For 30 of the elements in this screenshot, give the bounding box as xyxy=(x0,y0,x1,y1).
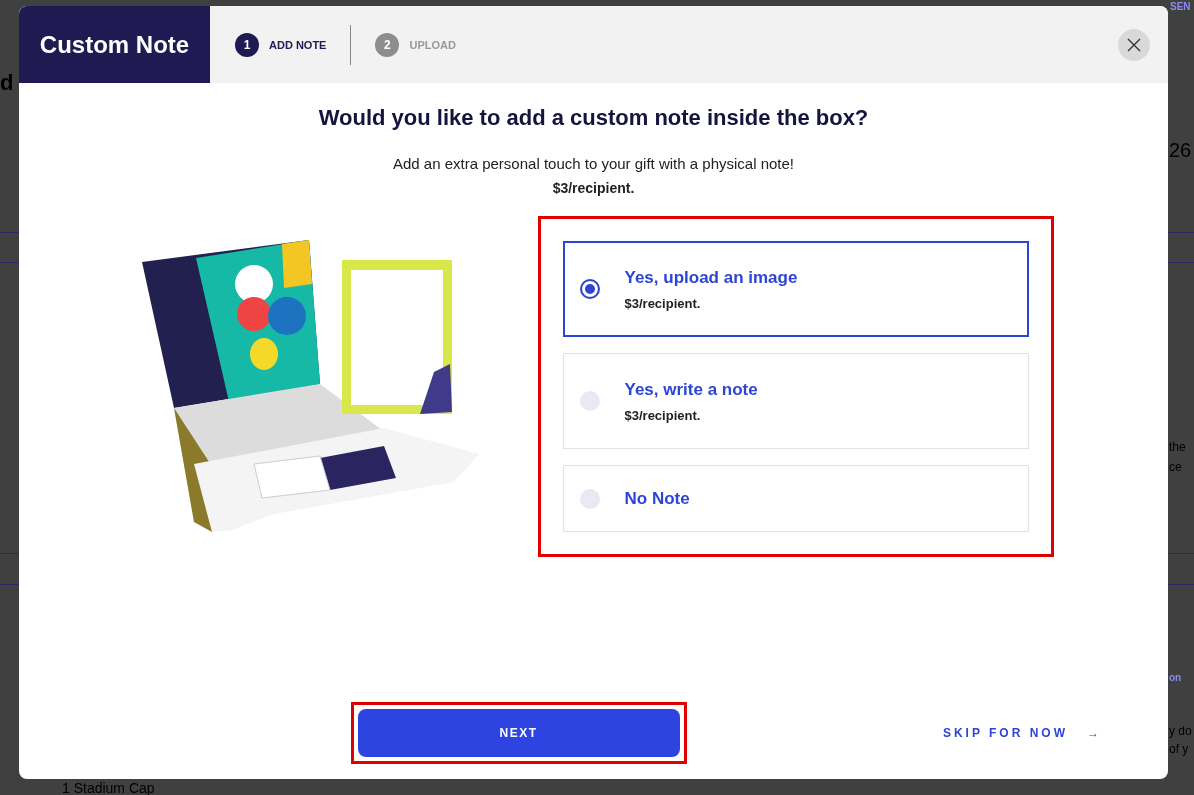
background-text: d xyxy=(0,70,14,97)
option-label: Yes, write a note xyxy=(624,379,758,400)
next-button[interactable]: NEXT xyxy=(357,709,680,757)
background-text: ce xyxy=(1169,460,1182,475)
background-text: 1 Stadium Cap xyxy=(62,780,155,795)
close-button[interactable] xyxy=(1118,28,1150,61)
price-text: $3/recipient. xyxy=(552,180,635,196)
background-text: the xyxy=(1169,440,1186,455)
step-number: 1 xyxy=(235,32,259,57)
option-label: Yes, upload an image xyxy=(624,267,798,288)
skip-link[interactable]: SKIP FOR NOW → xyxy=(936,725,1108,741)
note-option[interactable]: No Note xyxy=(562,465,1029,532)
background-text: y do xyxy=(1169,724,1192,739)
question-heading: Would you like to add a custom note inside the box? xyxy=(318,105,869,131)
subtitle-text: Add an extra personal touch to your gift with a physical note! xyxy=(392,155,795,172)
step-label: ADD NOTE xyxy=(269,38,327,51)
background-text: of y xyxy=(1169,742,1189,757)
step-label: UPLOAD xyxy=(409,38,456,51)
option-price: $3/recipient. xyxy=(624,407,702,423)
option-price: $3/recipient. xyxy=(624,295,702,311)
note-option[interactable]: Yes, write a note $3/recipient. xyxy=(562,353,1029,449)
dialog-title: Custom Note xyxy=(19,6,210,83)
close-icon xyxy=(1127,37,1141,52)
background-text: 26 xyxy=(1169,138,1192,162)
radio-button[interactable] xyxy=(579,279,600,299)
note-option[interactable]: Yes, upload an image $3/recipient. xyxy=(562,241,1029,337)
background-text: SEN xyxy=(1170,1,1191,13)
step-number: 2 xyxy=(375,32,400,57)
option-label: No Note xyxy=(624,488,690,509)
background-text: on xyxy=(1169,672,1182,684)
